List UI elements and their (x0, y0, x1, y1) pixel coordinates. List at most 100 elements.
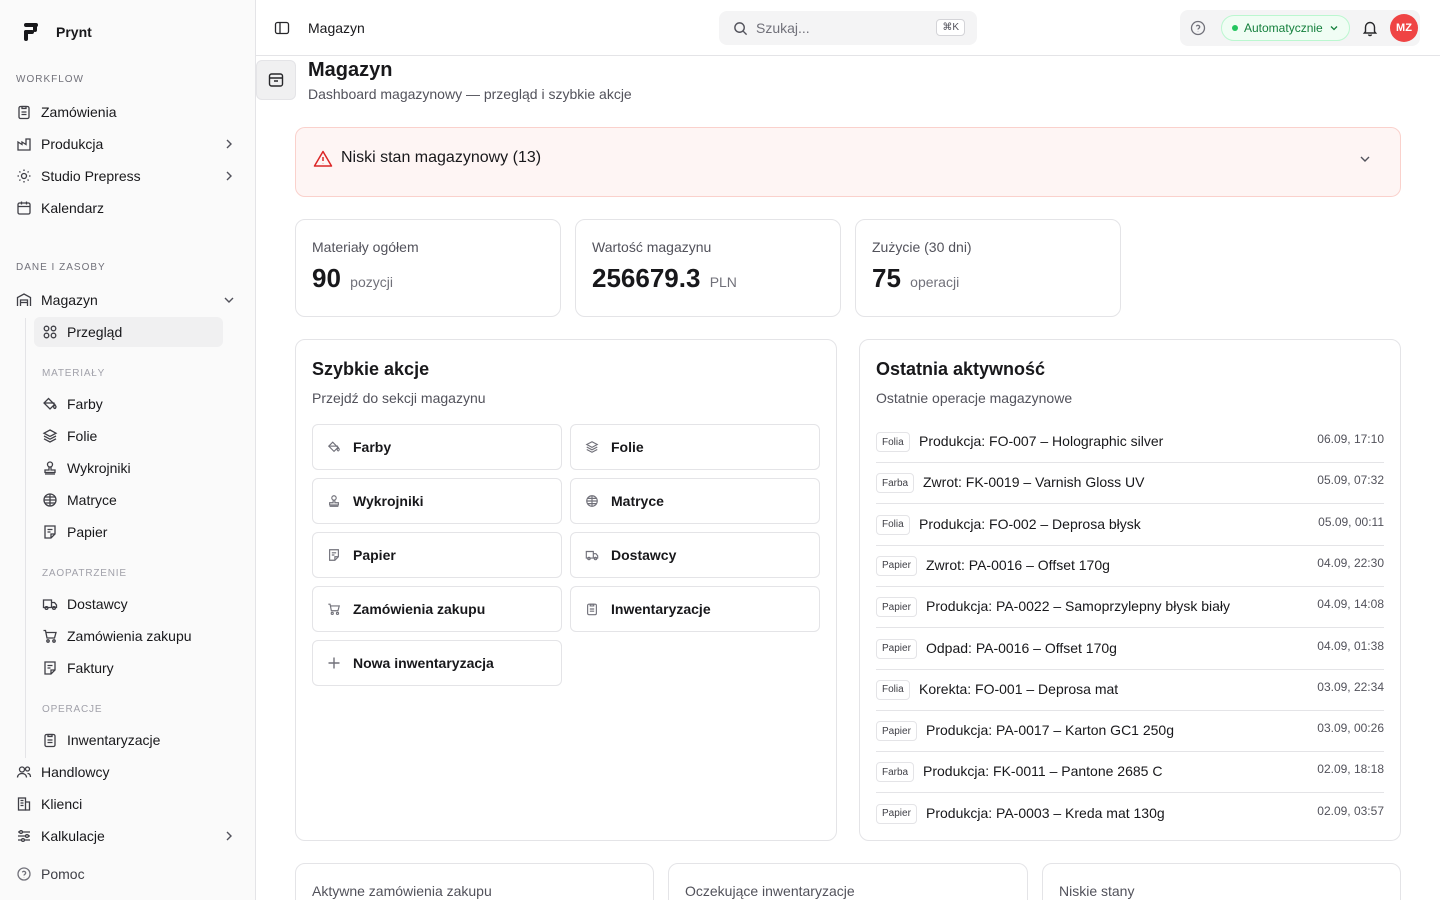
sidebar-item-faktury[interactable]: Faktury (34, 653, 223, 683)
activity-row[interactable]: Folia Produkcja: FO-002 – Deprosa błysk 05… (876, 505, 1384, 546)
search-input[interactable]: Szukaj... ⌘K (719, 11, 977, 45)
quick-action-wykrojniki[interactable]: Wykrojniki (312, 478, 562, 524)
mode-selector[interactable]: Automatycznie (1221, 15, 1350, 41)
activity-row[interactable]: Papier Zwrot: PA-0016 – Offset 170g 04.09,… (876, 546, 1384, 587)
stat-label: Zużycie (30 dni) (872, 239, 972, 255)
paint-bucket-icon (327, 440, 341, 454)
activity-row[interactable]: Farba Zwrot: FK-0019 – Varnish Gloss UV 05… (876, 463, 1384, 505)
truck-icon (585, 548, 599, 562)
material-type-badge: Papier (876, 721, 917, 742)
sidebar-item-produkcja[interactable]: Produkcja (8, 129, 246, 159)
activity-row[interactable]: Folia Korekta: FO-001 – Deprosa mat 03.09,… (876, 670, 1384, 711)
chevron-down-icon (222, 293, 236, 307)
activity-row[interactable]: Farba Produkcja: FK-0011 – Pantone 2685 C… (876, 752, 1384, 794)
activity-row[interactable]: Papier Odpad: PA-0016 – Offset 170g 04.09,… (876, 629, 1384, 670)
factory-icon (16, 136, 32, 152)
alert-title: Niski stan magazynowy (13) (341, 149, 542, 166)
sidebar-item-label: Kalendarz (41, 200, 105, 216)
sidebar-item-label: Magazyn (41, 292, 98, 308)
sidebar-item-zamowienia[interactable]: Zamówienia (8, 97, 246, 127)
material-type-badge: Papier (876, 638, 917, 659)
help-label: Pomoc (41, 866, 85, 882)
help-circle-icon[interactable] (1190, 20, 1206, 36)
sidebar-item-label: Przegląd (67, 324, 123, 340)
activity-row[interactable]: Papier Produkcja: PA-0022 – Samoprzylepny… (876, 587, 1384, 629)
sidebar-item-zamowienia-zakupu[interactable]: Zamówienia zakupu (34, 621, 223, 651)
quick-action-zamowienia-zakupu[interactable]: Zamówienia zakupu (312, 586, 562, 632)
prynt-logo-icon (24, 23, 40, 41)
activity-timestamp: 03.09, 22:34 (1317, 679, 1384, 694)
card-label: Niskie stany (1059, 883, 1135, 899)
quick-action-inwentaryzacje[interactable]: Inwentaryzacje (570, 586, 820, 632)
package-icon (256, 60, 296, 100)
sidebar-item-label: Inwentaryzacje (67, 732, 161, 748)
stat-value: 90 (312, 263, 341, 293)
sidebar-item-magazyn[interactable]: Magazyn (8, 285, 246, 315)
activity-timestamp: 04.09, 01:38 (1317, 638, 1384, 653)
sidebar-item-inwentaryzacje[interactable]: Inwentaryzacje (34, 725, 223, 755)
sidebar-item-label: Dostawcy (67, 596, 128, 612)
breadcrumb[interactable]: Magazyn (308, 20, 365, 36)
quick-action-matryce[interactable]: Matryce (570, 478, 820, 524)
brand[interactable]: Prynt (24, 23, 92, 41)
chevron-down-icon (1358, 152, 1372, 166)
material-type-badge: Folia (876, 432, 910, 452)
quick-action-folie[interactable]: Folie (570, 424, 820, 470)
sidebar-item-matryce[interactable]: Matryce (34, 485, 223, 515)
quick-action-papier[interactable]: Papier (312, 532, 562, 578)
sidebar-item-wykrojniki[interactable]: Wykrojniki (34, 453, 223, 483)
layers-icon (42, 428, 58, 444)
sidebar-item-dostawcy[interactable]: Dostawcy (34, 589, 223, 619)
sidebar-item-label: Papier (67, 524, 108, 540)
card-label: Aktywne zamówienia zakupu (312, 883, 492, 899)
sidebar-item-przeglad[interactable]: Przegląd (34, 317, 223, 347)
clipboard-list-icon (42, 732, 58, 748)
paint-bucket-icon (42, 396, 58, 412)
topbar-actions: Automatycznie MZ (1180, 10, 1420, 46)
sidebar-toggle-icon[interactable] (274, 20, 290, 36)
warning-triangle-icon (313, 149, 333, 169)
material-type-badge: Papier (876, 597, 917, 618)
sidebar-item-handlowcy[interactable]: Handlowcy (8, 757, 246, 787)
sliders-icon (16, 828, 32, 844)
activity-description: Zwrot: FK-0019 – Varnish Gloss UV (923, 474, 1145, 491)
help-link[interactable]: Pomoc (16, 866, 85, 882)
subgroup-label-operacje: OPERACJE (42, 704, 103, 715)
activity-row[interactable]: Folia Produkcja: FO-007 – Holographic sil… (876, 422, 1384, 463)
sidebar-item-klienci[interactable]: Klienci (8, 789, 246, 819)
stat-label: Wartość magazynu (592, 239, 712, 255)
sidebar-item-kalendarz[interactable]: Kalendarz (8, 193, 246, 223)
status-dot (1232, 25, 1238, 31)
avatar[interactable]: MZ (1390, 14, 1418, 42)
quick-action-nowa-inwentaryzacja[interactable]: Nowa inwentaryzacja (312, 640, 562, 686)
activity-description: Produkcja: FO-002 – Deprosa błysk (919, 515, 1141, 532)
panel-title: Szybkie akcje (312, 359, 430, 379)
card-active-purchase-orders: Aktywne zamówienia zakupu (295, 863, 654, 900)
sidebar-item-studio-prepress[interactable]: Studio Prepress (8, 161, 246, 191)
stat-value: 256679.3 (592, 263, 701, 293)
bell-icon[interactable] (1361, 19, 1379, 37)
activity-description: Zwrot: PA-0016 – Offset 170g (926, 556, 1110, 573)
activity-row[interactable]: Papier Produkcja: PA-0017 – Karton GC1 25… (876, 711, 1384, 753)
sidebar-item-papier[interactable]: Papier (34, 517, 223, 547)
group-label-workflow: WORKFLOW (16, 74, 84, 85)
activity-row[interactable]: Papier Produkcja: PA-0003 – Kreda mat 130… (876, 794, 1384, 835)
stat-value: 75 (872, 263, 901, 293)
sidebar-item-label: Wykrojniki (67, 460, 131, 476)
sidebar-item-folie[interactable]: Folie (34, 421, 223, 451)
sun-icon (16, 168, 32, 184)
sidebar: Prynt WORKFLOW Zamówienia Produkcja Stud… (0, 0, 256, 900)
quick-action-farby[interactable]: Farby (312, 424, 562, 470)
chevron-right-icon (222, 137, 236, 151)
low-stock-alert[interactable]: Niski stan magazynowy (13) (295, 127, 1401, 197)
search-icon (733, 21, 748, 36)
sidebar-item-label: Matryce (67, 492, 117, 508)
subgroup-label-materialy: MATERIAŁY (42, 368, 106, 379)
search-placeholder: Szukaj... (756, 20, 810, 36)
sidebar-item-farby[interactable]: Farby (34, 389, 223, 419)
chevron-down-icon (1329, 23, 1339, 33)
quick-action-label: Nowa inwentaryzacja (353, 655, 494, 671)
activity-description: Produkcja: PA-0017 – Karton GC1 250g (926, 722, 1175, 739)
quick-action-dostawcy[interactable]: Dostawcy (570, 532, 820, 578)
sidebar-item-kalkulacje[interactable]: Kalkulacje (8, 821, 246, 851)
